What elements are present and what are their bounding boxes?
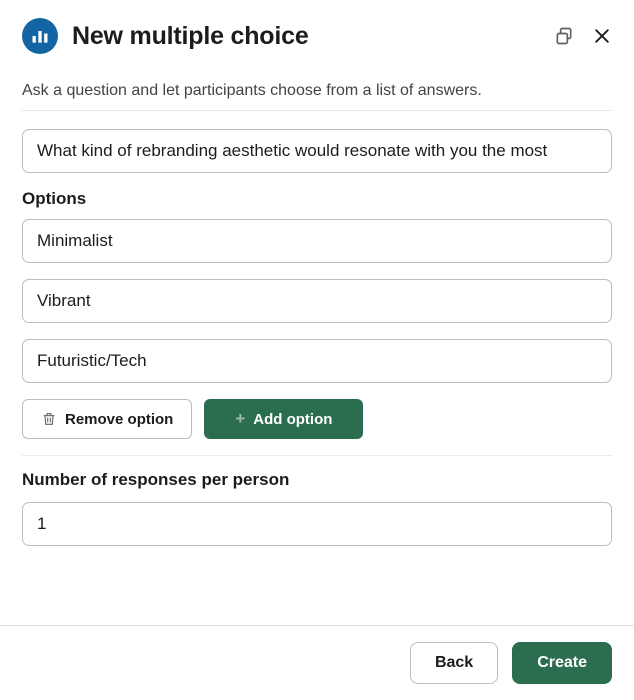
- divider: [22, 110, 612, 111]
- question-input[interactable]: [22, 129, 612, 173]
- close-button[interactable]: [592, 26, 612, 46]
- poll-app-icon: [22, 18, 58, 54]
- expand-button[interactable]: [554, 26, 574, 46]
- responses-input[interactable]: [22, 502, 612, 546]
- option-buttons-row: Remove option + Add option: [22, 399, 612, 439]
- back-button[interactable]: Back: [410, 642, 498, 684]
- modal-dialog: New multiple choice Ask a question and l…: [0, 0, 634, 700]
- subtitle-text: Ask a question and let participants choo…: [22, 66, 612, 108]
- divider: [22, 455, 612, 456]
- copy-icon: [554, 26, 574, 46]
- plus-icon: +: [235, 409, 245, 429]
- bar-chart-icon: [30, 26, 50, 46]
- options-list: [22, 219, 612, 383]
- close-icon: [592, 26, 612, 46]
- add-option-label: Add option: [253, 411, 332, 428]
- option-input[interactable]: [22, 339, 612, 383]
- responses-label: Number of responses per person: [22, 470, 612, 490]
- trash-icon: [41, 411, 57, 427]
- header-actions: [554, 26, 612, 46]
- create-button[interactable]: Create: [512, 642, 612, 684]
- remove-option-button[interactable]: Remove option: [22, 399, 192, 439]
- options-label: Options: [22, 189, 612, 209]
- option-input[interactable]: [22, 219, 612, 263]
- modal-body: Ask a question and let participants choo…: [0, 62, 634, 625]
- modal-header: New multiple choice: [0, 0, 634, 62]
- option-input[interactable]: [22, 279, 612, 323]
- add-option-button[interactable]: + Add option: [204, 399, 363, 439]
- modal-footer: Back Create: [0, 625, 634, 700]
- modal-title: New multiple choice: [72, 22, 540, 51]
- remove-option-label: Remove option: [65, 411, 173, 428]
